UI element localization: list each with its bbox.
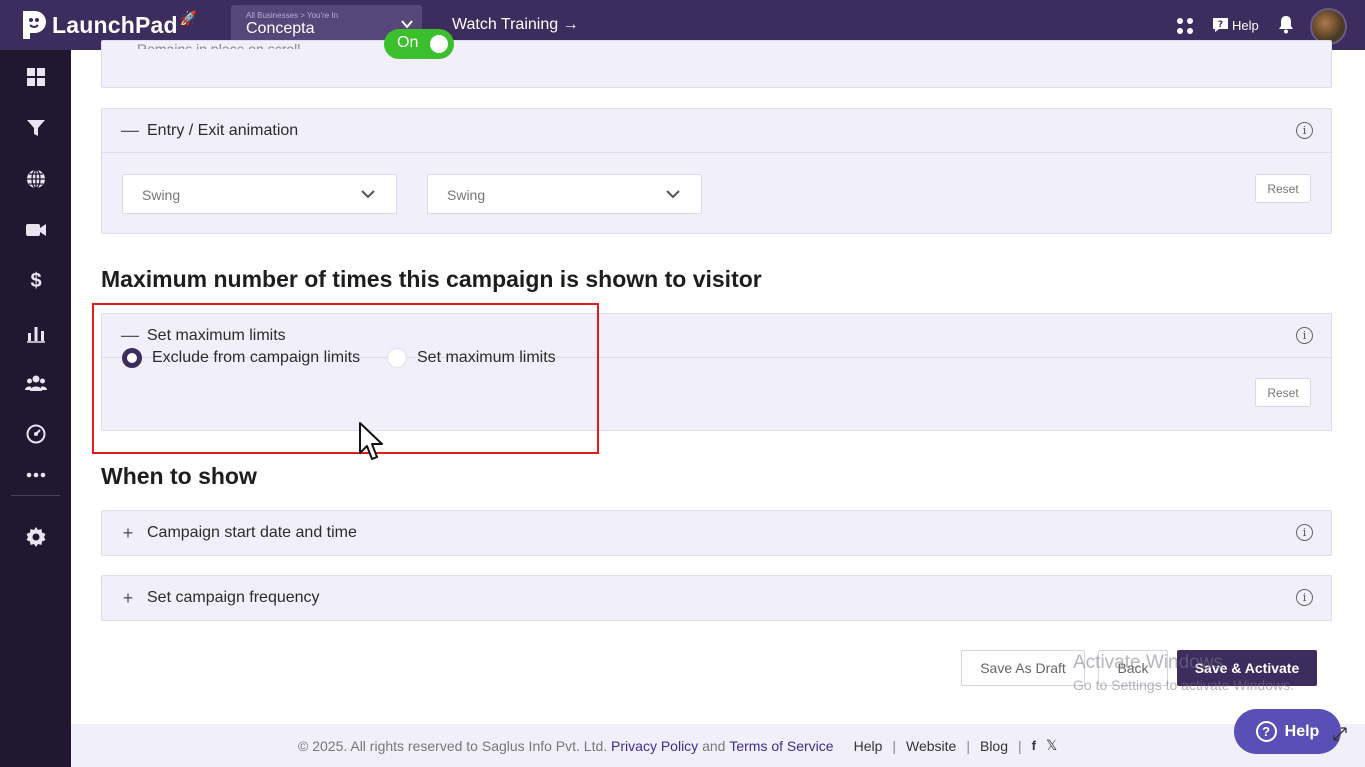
mouse-cursor-icon	[359, 422, 383, 460]
rocket-icon: 🚀	[179, 9, 198, 26]
chart-icon[interactable]	[25, 322, 47, 344]
max-section-heading: Maximum number of times this campaign is…	[101, 266, 762, 292]
footer-separator: |	[1018, 737, 1022, 754]
launchpad-logo-icon	[23, 11, 46, 39]
highlight-annotation-box	[92, 303, 599, 454]
chevron-down-icon	[361, 190, 375, 199]
toggle-knob	[430, 35, 448, 53]
settings-icon[interactable]	[25, 526, 47, 548]
frequency-panel: + Set campaign frequency i	[101, 575, 1332, 621]
gauge-icon[interactable]	[25, 423, 47, 445]
start-date-panel: + Campaign start date and time i	[101, 510, 1332, 556]
info-icon[interactable]: i	[1296, 122, 1313, 139]
logo[interactable]: LaunchPad 🚀	[20, 9, 197, 41]
sticky-setting-panel: Remains in place on scroll On	[101, 29, 1332, 88]
bell-icon[interactable]	[1277, 14, 1295, 34]
x-twitter-icon[interactable]: 𝕏	[1046, 737, 1057, 754]
footer-and: and	[702, 737, 726, 754]
frequency-panel-title: Set campaign frequency	[147, 589, 320, 606]
dashboard-icon[interactable]	[25, 66, 47, 88]
footer-help-link[interactable]: Help	[854, 738, 883, 754]
animation-panel: — Entry / Exit animation i Swing Swing R…	[101, 108, 1332, 234]
start-date-panel-header[interactable]: + Campaign start date and time	[102, 511, 1331, 555]
exit-animation-select[interactable]: Swing	[427, 174, 702, 214]
info-icon[interactable]: i	[1296, 524, 1313, 541]
help-icon: ?	[1213, 18, 1228, 32]
animation-panel-header[interactable]: — Entry / Exit animation	[102, 109, 1331, 153]
watch-training-link[interactable]: Watch Training →	[452, 16, 579, 34]
collapse-icon: —	[121, 120, 139, 140]
video-icon[interactable]	[25, 219, 47, 241]
save-draft-button[interactable]: Save As Draft	[961, 650, 1085, 686]
floating-help-button[interactable]: ? Help	[1234, 709, 1341, 754]
footer-separator: |	[966, 737, 970, 754]
animation-panel-title: Entry / Exit animation	[147, 121, 299, 139]
animation-reset-button[interactable]: Reset	[1255, 174, 1311, 203]
floating-help-label: Help	[1284, 722, 1320, 740]
when-section-heading: When to show	[101, 463, 257, 489]
windows-watermark-subtitle: Go to Settings to activate Windows.	[1073, 677, 1294, 693]
dollar-icon[interactable]: $	[25, 270, 47, 292]
info-icon[interactable]: i	[1296, 589, 1313, 606]
chevron-down-icon	[666, 190, 680, 199]
funnel-icon[interactable]	[25, 117, 47, 139]
help-top-label: Help	[1232, 17, 1259, 33]
footer-copyright: © 2025. All rights reserved to Saglus In…	[298, 737, 608, 754]
users-icon[interactable]	[25, 372, 47, 394]
expand-icon: +	[122, 522, 134, 543]
question-icon: ?	[1255, 721, 1277, 742]
info-icon[interactable]: i	[1296, 327, 1313, 344]
more-icon[interactable]	[25, 464, 47, 486]
entry-animation-select[interactable]: Swing	[122, 174, 397, 214]
privacy-policy-link[interactable]: Privacy Policy	[611, 738, 698, 754]
entry-animation-value: Swing	[142, 187, 181, 203]
help-top-button[interactable]: ? Help	[1212, 17, 1259, 33]
sticky-setting-label: Remains in place on scroll	[137, 41, 301, 57]
sticky-toggle[interactable]: On	[384, 29, 454, 59]
footer: © 2025. All rights reserved to Saglus In…	[71, 724, 1365, 767]
business-caption: All Businesses > You're In	[246, 11, 339, 20]
terms-link[interactable]: Terms of Service	[729, 738, 833, 754]
sidebar-divider	[11, 495, 60, 496]
globe-icon[interactable]	[25, 168, 47, 190]
apps-grid-icon[interactable]	[1176, 17, 1194, 35]
svg-text:?: ?	[1218, 20, 1223, 30]
windows-watermark-title: Activate Windows	[1073, 652, 1223, 673]
footer-separator: |	[892, 737, 897, 754]
footer-blog-link[interactable]: Blog	[980, 738, 1008, 754]
start-date-panel-title: Campaign start date and time	[147, 524, 357, 541]
footer-website-link[interactable]: Website	[906, 738, 956, 754]
resize-icon[interactable]	[1332, 726, 1348, 742]
exit-animation-value: Swing	[447, 187, 486, 203]
brand-name: LaunchPad	[52, 11, 178, 38]
expand-icon: +	[122, 587, 134, 608]
main-content: Remains in place on scroll On — Entry / …	[71, 29, 1365, 767]
sidebar: $	[0, 50, 71, 767]
frequency-panel-header[interactable]: + Set campaign frequency	[102, 576, 1331, 620]
max-limits-reset-button[interactable]: Reset	[1255, 378, 1311, 407]
facebook-icon[interactable]: f	[1032, 738, 1036, 753]
toggle-label: On	[397, 34, 419, 51]
